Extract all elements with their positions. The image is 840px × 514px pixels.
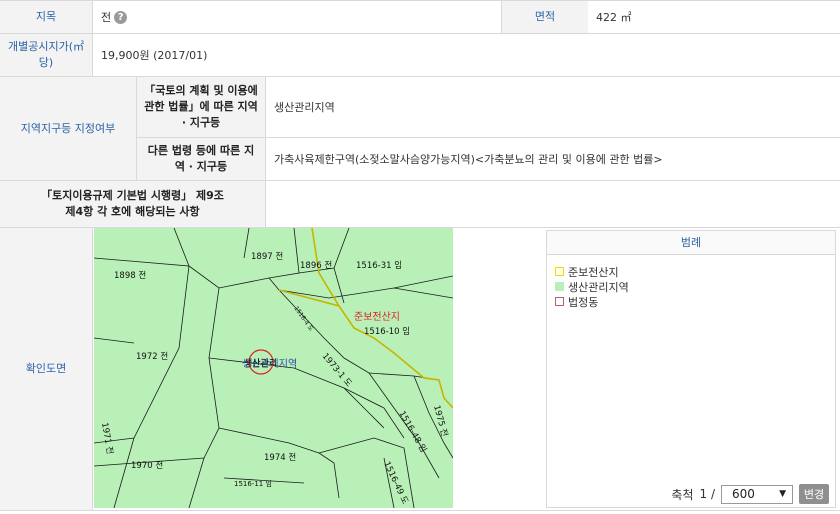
parcel-label: 1516-49 도: [381, 460, 410, 506]
jimok-text: 전: [101, 11, 112, 24]
parcel-label: 1516-10 임: [364, 326, 410, 337]
legend-title: 범례: [547, 231, 835, 255]
overlay-red-label: 준보전산지: [354, 311, 400, 323]
legend-item: 준보전산지: [555, 264, 835, 279]
scale-value: 600: [732, 487, 755, 501]
price-label: 개별공시지가(㎡당): [0, 34, 92, 76]
legend-label: 생산관리지역: [568, 280, 629, 294]
parcel-label: 1975 전: [431, 404, 450, 438]
parcel-label: 1897 전: [251, 251, 283, 262]
parcel-label: 1516-11 임: [234, 480, 272, 488]
law1-value: 생산관리지역: [274, 101, 335, 114]
price-value: 19,900원 (2017/01): [101, 49, 208, 62]
law1-label: 「국토의 계획 및 이용에 관한 법률」에 따른 지역 · 지구등: [137, 77, 265, 137]
decree-value: [266, 181, 840, 227]
parcel-label: 1973-1 도: [320, 352, 354, 390]
scale-label: 축척: [671, 487, 694, 502]
parcel-label: 1516-48 임: [396, 409, 429, 454]
legend-item: 생산관리지역: [555, 279, 835, 294]
parcel-label: 1896 전: [300, 260, 332, 271]
law2-label: 다른 법령 등에 따른 지역 · 지구등: [137, 138, 265, 180]
help-icon[interactable]: ?: [114, 10, 128, 24]
legend-swatch-icon: [555, 297, 564, 306]
legend-label: 법정동: [568, 295, 599, 309]
decree-label: 「토지이용규제 기본법 시행령」 제9조제4항 각 호에 해당되는 사항: [0, 181, 265, 227]
parcel-label: 1970 전: [131, 460, 163, 471]
cadastral-map[interactable]: 1898 전 1897 전 1896 전 1516-31 임 1972 전 15…: [94, 228, 453, 508]
parcel-label: 1516-4 도: [292, 305, 314, 333]
parcel-label: 1971 전: [99, 422, 115, 456]
jimok-value: 전 ?: [93, 1, 501, 33]
area-value: 422 ㎡: [596, 11, 632, 24]
legend-item: 법정동: [555, 294, 835, 309]
legend-panel: 범례 준보전산지 생산관리지역 법정동 축척 1 / 600 ▼ 변경: [546, 230, 836, 508]
scale-prefix: 1 /: [699, 487, 716, 501]
parcel-label: 1516-31 임: [356, 260, 402, 271]
chevron-down-icon: ▼: [779, 489, 786, 499]
jimok-label: 지목: [0, 1, 92, 33]
map-label: 확인도면: [0, 228, 92, 510]
area-label: 면적: [502, 1, 588, 33]
target-label: 생산관리: [244, 358, 277, 369]
zoning-label: 지역지구등 지정여부: [0, 77, 136, 180]
legend-swatch-icon: [555, 282, 564, 291]
parcel-label: 1972 전: [136, 351, 168, 362]
change-scale-button[interactable]: 변경: [799, 484, 829, 504]
parcel-label: 1898 전: [114, 270, 146, 281]
parcel-label: 1974 전: [264, 452, 296, 463]
scale-select[interactable]: 600 ▼: [721, 484, 793, 504]
scale-bar: 축척 1 / 600 ▼ 변경: [547, 481, 835, 507]
legend-label: 준보전산지: [568, 265, 619, 279]
law2-value: 가축사육제한구역(소젖소말사슴양가능지역)<가축분뇨의 관리 및 이용에 관한 …: [274, 153, 663, 166]
legend-swatch-icon: [555, 267, 564, 276]
